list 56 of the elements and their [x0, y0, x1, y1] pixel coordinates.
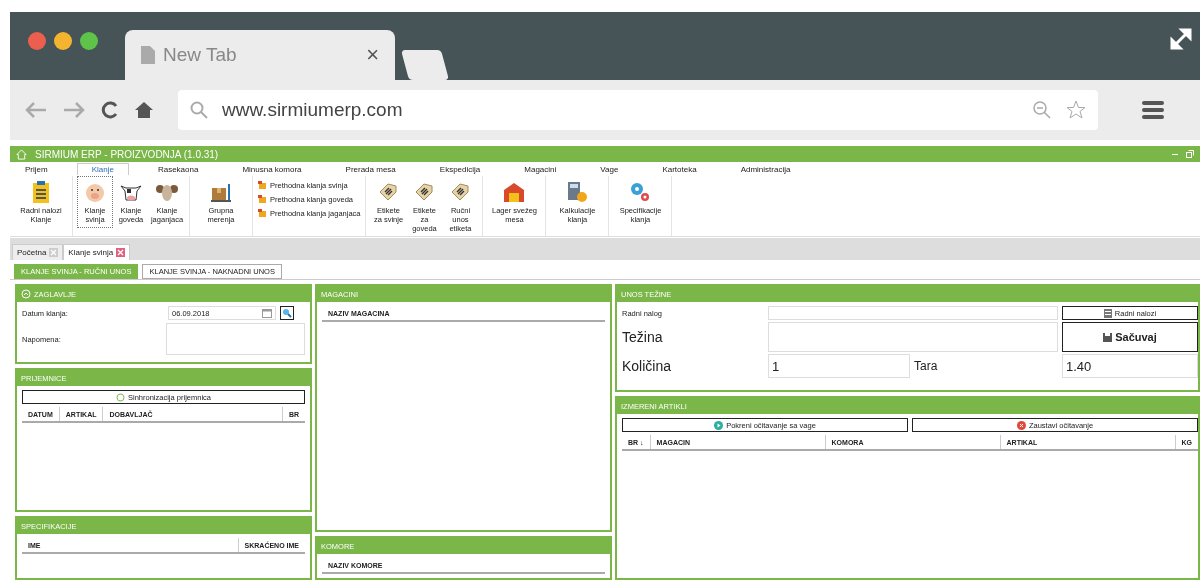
- clipboard-icon: [30, 180, 52, 204]
- expand-icon[interactable]: [1168, 26, 1194, 52]
- menu-tab[interactable]: Prijem: [10, 163, 63, 175]
- close-icon[interactable]: [49, 248, 59, 257]
- star-icon[interactable]: [1066, 100, 1086, 120]
- menu-tab[interactable]: Ekspedicija: [424, 163, 496, 175]
- calculator-coin-icon: [565, 180, 590, 204]
- order-field[interactable]: [768, 306, 1058, 320]
- menu-tab[interactable]: Kartoteka: [647, 163, 712, 175]
- field-label: Tara: [914, 359, 939, 373]
- collapse-icon[interactable]: [21, 289, 31, 299]
- menu-tab[interactable]: Minusna komora: [227, 163, 317, 175]
- close-dot[interactable]: [28, 32, 46, 50]
- page-icon: [141, 46, 155, 64]
- menu-tab[interactable]: Vage: [585, 163, 634, 175]
- new-tab-button[interactable]: [401, 50, 449, 80]
- restore-icon[interactable]: [1186, 150, 1194, 158]
- weight-field[interactable]: [768, 322, 1058, 352]
- menu-tab[interactable]: Rasekaona: [142, 163, 214, 175]
- document-icon: [1103, 308, 1112, 318]
- play-icon: [714, 420, 724, 430]
- menu-tab[interactable]: Magacini: [509, 163, 572, 175]
- close-icon[interactable]: [116, 248, 126, 257]
- menu-icon[interactable]: [1142, 100, 1164, 120]
- folder-icon: [258, 195, 267, 204]
- stop-icon: [1016, 420, 1026, 430]
- app-title: SIRMIUM ERP - PROIZVODNJA (1.0.31): [35, 148, 219, 160]
- menu-tab[interactable]: Klanje: [76, 163, 129, 175]
- back-icon[interactable]: [24, 100, 48, 120]
- zoom-out-icon[interactable]: [1032, 100, 1052, 120]
- close-tab-button[interactable]: ×: [366, 42, 379, 68]
- minimize-dot[interactable]: [54, 32, 72, 50]
- note-field[interactable]: [166, 323, 305, 355]
- folder-icon: [258, 181, 267, 190]
- document-tab[interactable]: Početna: [12, 244, 64, 260]
- document-tab[interactable]: Klanje svinja: [63, 244, 131, 260]
- home-icon[interactable]: [134, 100, 154, 120]
- forward-icon[interactable]: [62, 100, 86, 120]
- reload-icon[interactable]: [100, 100, 120, 120]
- folder-icon: [258, 209, 267, 218]
- field-label: Količina: [622, 358, 673, 374]
- menu-tab[interactable]: Prerada mesa: [330, 163, 411, 175]
- field-label: Težina: [622, 329, 664, 345]
- minimize-icon[interactable]: [1172, 153, 1178, 155]
- browser-tab[interactable]: New Tab ×: [125, 30, 395, 80]
- calendar-icon[interactable]: [262, 308, 272, 318]
- search-icon[interactable]: [280, 306, 294, 320]
- quantity-field[interactable]: 1: [768, 354, 910, 378]
- save-button[interactable]: Sačuvaj: [1062, 322, 1198, 352]
- address-bar[interactable]: www.sirmiumerp.com: [178, 90, 1098, 130]
- save-icon: [1103, 332, 1113, 342]
- maximize-dot[interactable]: [80, 32, 98, 50]
- warehouse-icon: [502, 180, 527, 204]
- search-icon: [190, 101, 208, 119]
- menu-tab[interactable]: Administracija: [725, 163, 806, 175]
- tara-field[interactable]: 1.40: [1062, 354, 1198, 378]
